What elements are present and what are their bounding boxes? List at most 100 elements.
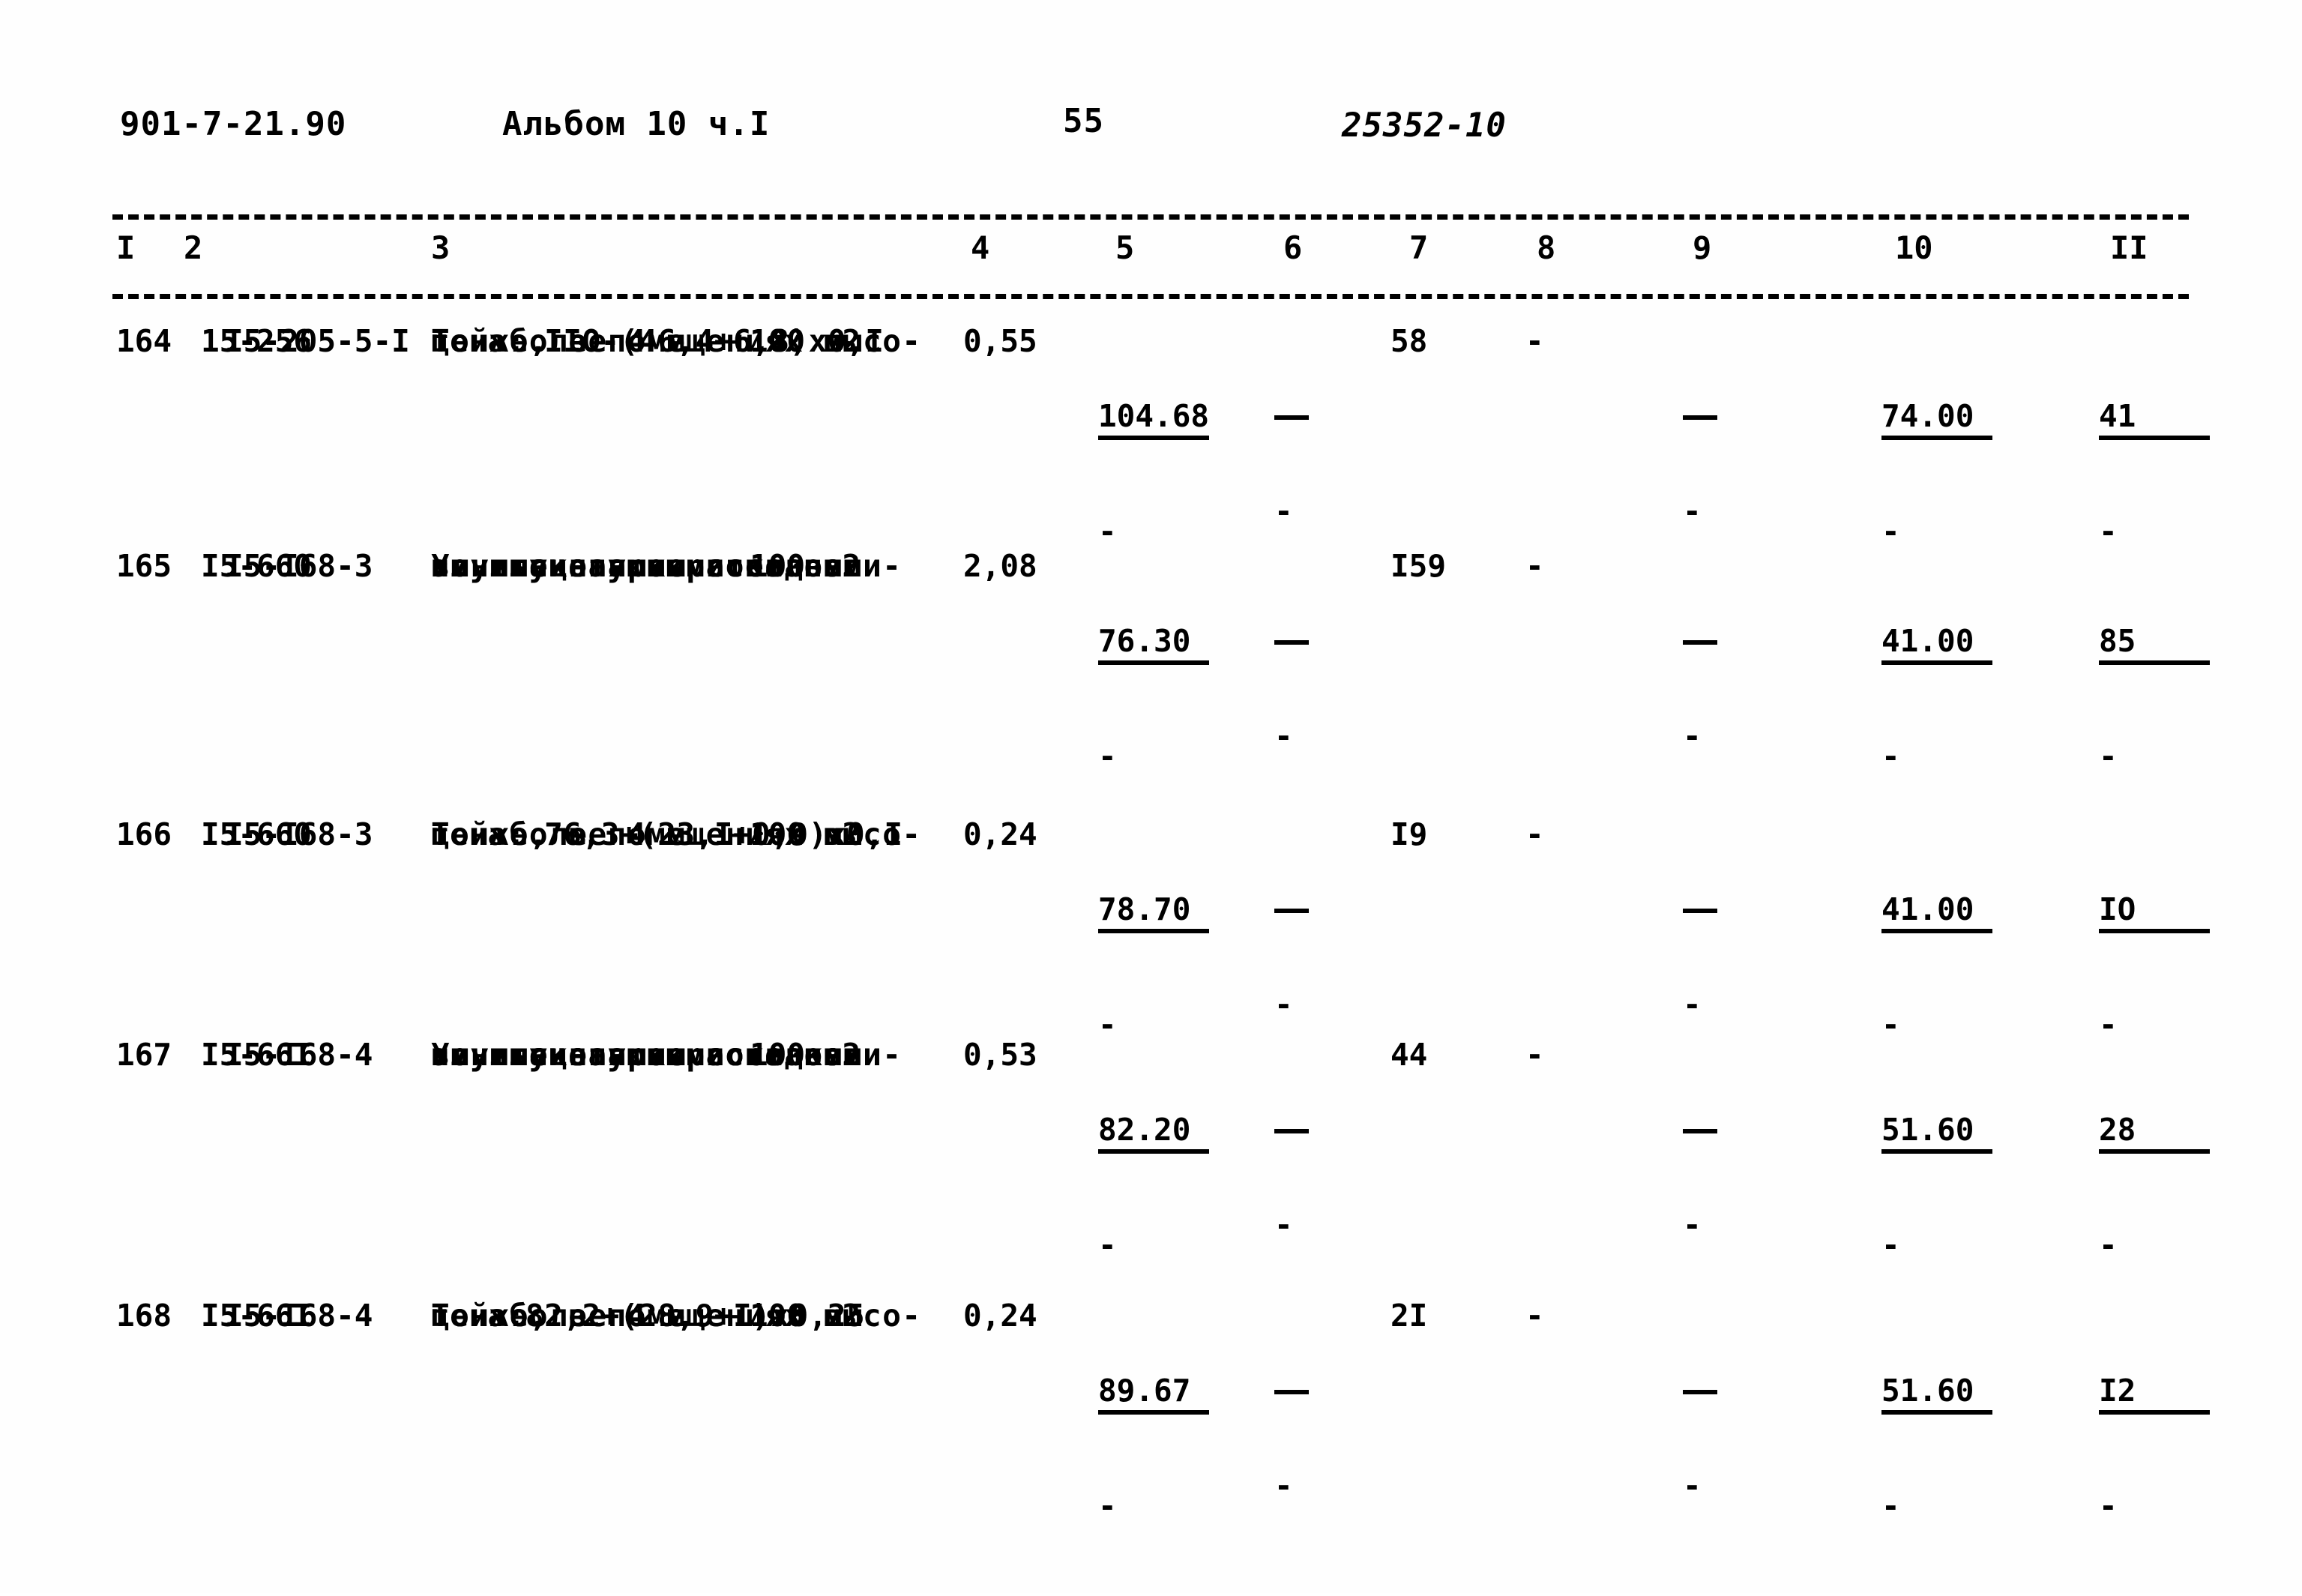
cell-col9-sub: - — [1683, 1468, 1702, 1504]
cell-col5-sub: - — [1098, 738, 1117, 774]
cell-col9: - — [1683, 1036, 1794, 1315]
cell-col6: - — [1274, 1297, 1385, 1576]
row-number: 167 — [116, 1037, 172, 1073]
cell-col9-rule — [1683, 622, 1717, 645]
cell-col6-rule — [1274, 622, 1309, 645]
column-header-9: 9 — [1693, 229, 1712, 266]
cell-col6-sub: - — [1274, 718, 1293, 754]
cell-col10: 41.00 - — [1881, 547, 1993, 846]
row-code-2: I5-I68-4 — [225, 1037, 373, 1073]
archive-stamp: 25352-10 — [1342, 106, 1507, 145]
cell-col4: 0,53 — [963, 1037, 1037, 1073]
cell-col10-sub: - — [1881, 514, 1900, 549]
cell-col11: 85 - — [2099, 547, 2211, 846]
cell-col10-sub: - — [1881, 1007, 1900, 1043]
cell-col8: - — [1525, 816, 1544, 852]
cell-col11: I2 - — [2099, 1297, 2211, 1596]
row-code-2: I5-I68-3 — [225, 816, 373, 852]
cell-col10-value: 41.00 — [1881, 622, 1993, 665]
cell-col10-value: 41.00 — [1881, 891, 1993, 933]
cell-col5-value: 82.20 — [1098, 1111, 1210, 1154]
cell-col7: 2I — [1390, 1298, 1428, 1334]
column-header-3: 3 — [431, 229, 451, 266]
cell-col9-sub: - — [1683, 493, 1702, 529]
cell-col11-value: I2 — [2099, 1372, 2211, 1415]
cell-col10-sub: - — [1881, 1488, 1900, 1524]
cell-col11-value: 28 — [2099, 1111, 2211, 1154]
cell-col9-rule — [1683, 1111, 1717, 1133]
column-header-4: 4 — [971, 229, 990, 266]
cell-col6-sub: - — [1274, 1207, 1293, 1243]
cell-col6-rule — [1274, 1111, 1309, 1133]
document-code: 901-7-21.90 — [120, 105, 347, 143]
row-price-note: цена: 76,3+(23,I+0,9)x0,I — [431, 816, 903, 852]
cell-col7: 58 — [1390, 323, 1428, 359]
row-number: 164 — [116, 323, 172, 359]
cell-col5: 82.20 - — [1098, 1036, 1210, 1335]
cell-col6-rule — [1274, 891, 1309, 913]
cell-col10: 51.60 - — [1881, 1036, 1993, 1335]
cell-col5: 76.30 - — [1098, 547, 1210, 846]
page-number: 55 — [1063, 102, 1104, 140]
table-column-header-row: I 2 3 4 5 6 7 8 9 10 II — [0, 232, 2302, 285]
cell-col11-sub: - — [2099, 1007, 2118, 1043]
cell-col8: - — [1525, 1037, 1544, 1073]
cell-col4: 2,08 — [963, 548, 1037, 584]
table-rule-top — [112, 214, 2189, 220]
row-number: 168 — [116, 1298, 172, 1334]
column-header-10: 10 — [1895, 229, 1933, 266]
cell-col10-value: 51.60 — [1881, 1111, 1993, 1154]
cell-col10-value: 74.00 — [1881, 397, 1993, 440]
cell-col7: I9 — [1390, 816, 1428, 852]
cell-col9: - — [1683, 1297, 1794, 1576]
cell-col5: 89.67 - — [1098, 1297, 1210, 1596]
row-price-note: цена: IIO-(46,4+6,8)x0,I — [431, 323, 885, 359]
row-code-2: I5-I68-4 — [225, 1298, 373, 1334]
cell-col5-value: 78.70 — [1098, 891, 1210, 933]
cell-col6: - — [1274, 547, 1385, 826]
cell-col6-sub: - — [1274, 987, 1293, 1023]
cell-col10-sub: - — [1881, 1227, 1900, 1263]
column-header-2: 2 — [184, 229, 203, 266]
cell-col7: I59 — [1390, 548, 1447, 584]
row-unit: 100 м2 — [750, 548, 861, 584]
cell-col10: 51.60 - — [1881, 1297, 1993, 1596]
cell-col11-value: 41 — [2099, 397, 2211, 440]
column-header-8: 8 — [1537, 229, 1556, 266]
row-unit: 100 м2 — [750, 1037, 861, 1073]
column-header-7: 7 — [1409, 229, 1429, 266]
cell-col5-sub: - — [1098, 1007, 1117, 1043]
cell-col5-sub: - — [1098, 1488, 1117, 1524]
cell-col11: 28 - — [2099, 1036, 2211, 1335]
column-header-5: 5 — [1115, 229, 1135, 266]
cell-col5-sub: - — [1098, 514, 1117, 549]
cell-col4: 0,24 — [963, 1298, 1037, 1334]
cell-col6: - — [1274, 1036, 1385, 1315]
cell-col9-sub: - — [1683, 718, 1702, 754]
cell-col8: - — [1525, 323, 1544, 359]
cell-col8: - — [1525, 548, 1544, 584]
cell-col9-rule — [1683, 891, 1717, 913]
cell-col5-sub: - — [1098, 1227, 1117, 1263]
row-code-2: I5-I68-3 — [225, 548, 373, 584]
cell-col9-rule — [1683, 397, 1717, 420]
cell-col6-sub: - — [1274, 1468, 1293, 1504]
column-header-6: 6 — [1283, 229, 1303, 266]
document-page: 901-7-21.90 Альбом 10 ч.I 55 25352-10 I … — [0, 0, 2302, 1593]
cell-col4: 0,24 — [963, 816, 1037, 852]
cell-col8: - — [1525, 1298, 1544, 1334]
cell-col5-value: 76.30 — [1098, 622, 1210, 665]
cell-col11-sub: - — [2099, 1227, 2118, 1263]
cell-col6-rule — [1274, 397, 1309, 420]
cell-col5-value: 89.67 — [1098, 1372, 1210, 1415]
cell-col11-value: IO — [2099, 891, 2211, 933]
cell-col6-sub: - — [1274, 493, 1293, 529]
cell-col10-value: 51.60 — [1881, 1372, 1993, 1415]
cell-col9-rule — [1683, 1372, 1717, 1394]
row-number: 166 — [116, 816, 172, 852]
row-desc-line: по штукатурке стен — [431, 548, 785, 584]
cell-col9-sub: - — [1683, 987, 1702, 1023]
cell-col11-sub: - — [2099, 514, 2118, 549]
cell-col10-sub: - — [1881, 738, 1900, 774]
cell-col4: 0,55 — [963, 323, 1037, 359]
